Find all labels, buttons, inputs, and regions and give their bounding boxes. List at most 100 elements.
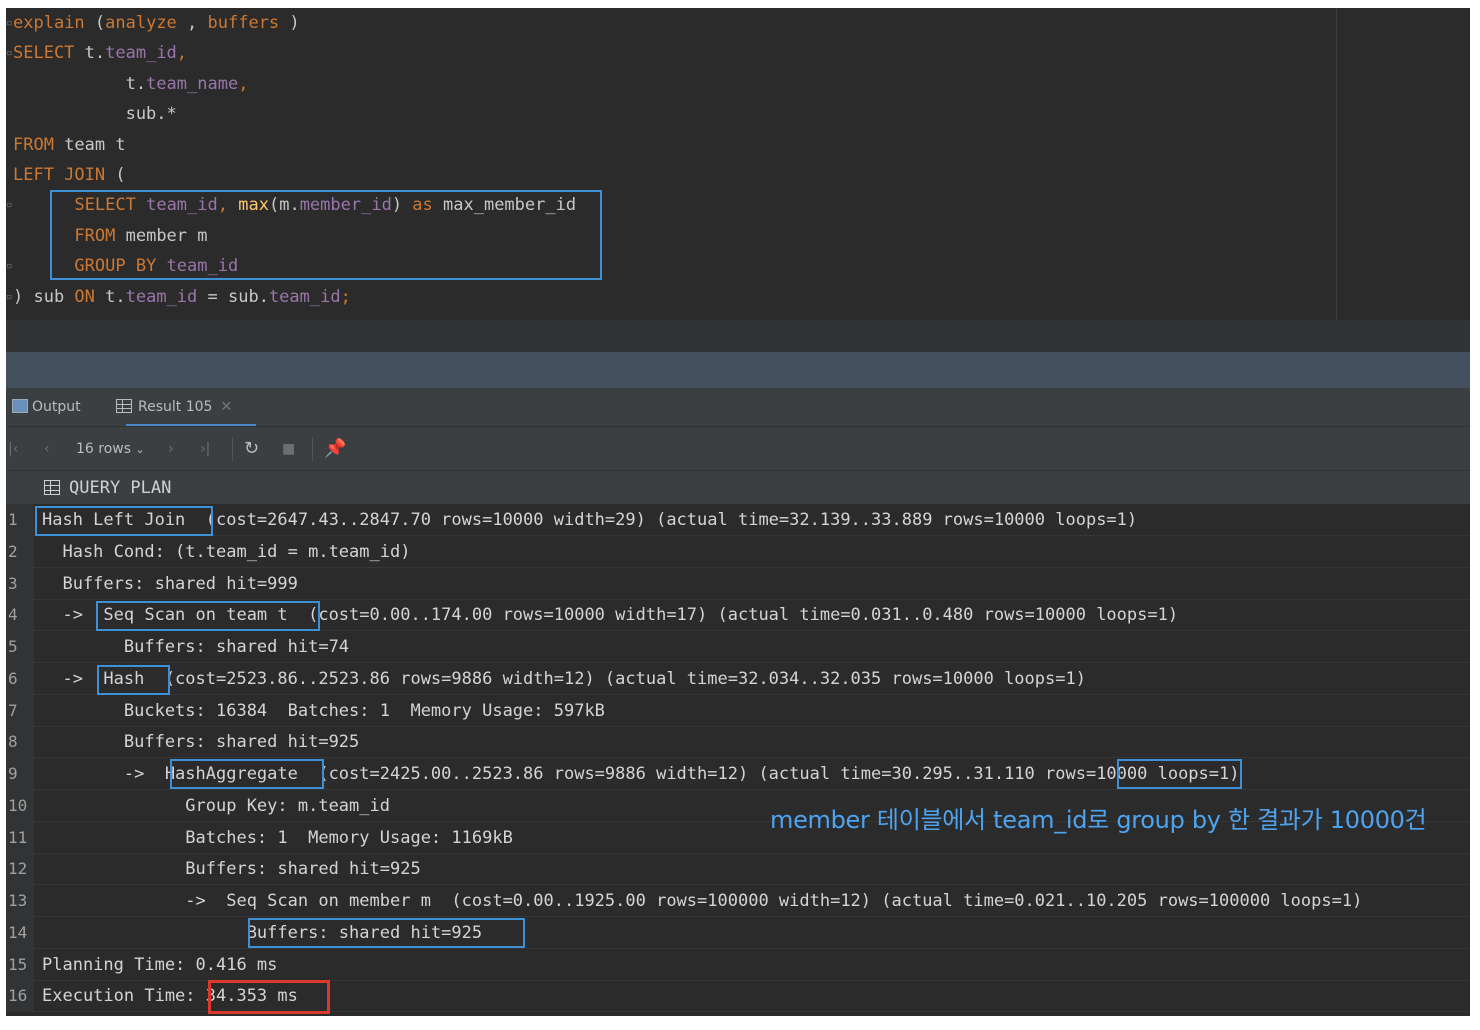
code-token: ) (279, 13, 300, 33)
annotation-text: member 테이블에서 team_id로 group by 한 결과가 100… (770, 806, 1427, 834)
query-plan-cell[interactable]: Hash Cond: (t.team_id = m.team_id) (42, 536, 410, 568)
code-token: team_id (105, 43, 177, 64)
code-token: ( (84, 13, 106, 33)
table-row[interactable]: 8 Buffers: shared hit=925 (6, 726, 1470, 759)
tab-output[interactable]: Output (12, 388, 81, 426)
query-plan-cell[interactable]: Buffers: shared hit=925 (42, 726, 359, 758)
sql-editor[interactable]: explain (analyze , buffers ) ▫ SELECT t.te… (6, 8, 1470, 320)
code-token: team_id (268, 286, 341, 307)
code-line: LEFT JOIN ( (13, 160, 126, 190)
query-plan-cell[interactable]: Batches: 1 Memory Usage: 1169kB (42, 822, 513, 854)
code-token: SELECT (13, 43, 75, 64)
toolbar-separator (312, 437, 313, 461)
prev-page-icon[interactable]: ‹ (44, 427, 50, 471)
code-token: t. (13, 73, 147, 94)
tab-output-label: Output (32, 399, 81, 415)
grid-column-header[interactable]: QUERY PLAN (6, 470, 1470, 504)
table-row[interactable]: 7 Buckets: 16384 Batches: 1 Memory Usage… (6, 694, 1470, 727)
subquery-highlight-box (50, 190, 602, 280)
row-number: 11 (6, 821, 34, 854)
code-token: , (176, 43, 188, 64)
code-token: LEFT JOIN (13, 165, 106, 185)
hash-highlight (97, 665, 170, 695)
code-token: , (176, 13, 208, 33)
table-row[interactable]: 6 -> Hash (cost=2523.86..2523.86 rows=98… (6, 662, 1470, 695)
toolbar-separator (232, 437, 233, 461)
query-plan-cell[interactable]: Group Key: m.team_id (42, 790, 390, 822)
row-number: 8 (6, 726, 34, 759)
query-plan-cell[interactable]: -> Hash (cost=2523.86..2523.86 rows=9886… (42, 663, 1086, 695)
hashaggregate-highlight (170, 759, 324, 789)
code-token: explain (13, 13, 85, 33)
code-token: t. (74, 43, 106, 64)
rows-label: 16 rows (76, 441, 132, 457)
code-token: ON (74, 286, 95, 307)
close-tab-icon[interactable]: ✕ (220, 399, 232, 415)
query-plan-cell[interactable]: Buffers: shared hit=74 (42, 631, 349, 663)
code-token: FROM (13, 134, 54, 155)
buffers-925-highlight (248, 918, 525, 948)
next-page-icon[interactable]: › (168, 427, 174, 471)
fold-marker-icon[interactable]: ▫ (6, 190, 13, 220)
query-plan-cell[interactable]: Buffers: shared hit=925 (42, 853, 420, 885)
code-token: ) sub (13, 286, 75, 307)
seq-scan-team-highlight (96, 601, 320, 631)
row-number: 5 (6, 631, 34, 663)
table-row[interactable]: 12 Buffers: shared hit=925 (6, 853, 1470, 886)
code-token: t. (94, 286, 126, 307)
rows-selector[interactable]: 16 rows ⌄ (76, 427, 145, 471)
row-number: 16 (6, 980, 34, 1013)
query-plan-cell[interactable]: Planning Time: 0.416 ms (42, 949, 277, 981)
query-plan-grid: 1 Hash Left Join (cost=2647.43..2847.70 r… (6, 504, 1470, 1016)
fold-marker-icon[interactable]: ▫ (6, 38, 13, 68)
refresh-icon[interactable]: ↻ (244, 427, 259, 471)
chevron-down-icon: ⌄ (135, 443, 145, 456)
row-number: 13 (6, 885, 34, 917)
fold-marker-icon[interactable]: ▫ (6, 8, 13, 38)
column-table-icon (44, 480, 60, 495)
row-number: 3 (6, 567, 34, 600)
tab-result-105[interactable]: Result 105 ✕ (116, 388, 232, 426)
tab-result-label: Result 105 (138, 399, 213, 415)
rows-10000-highlight (1117, 759, 1242, 789)
query-plan-cell[interactable]: Buckets: 16384 Batches: 1 Memory Usage: … (42, 695, 605, 727)
table-grid-icon (116, 399, 132, 413)
code-token: analyze (105, 13, 177, 33)
fold-marker-icon[interactable]: ▫ (6, 282, 13, 312)
code-line: SELECT t.team_id, (13, 38, 187, 68)
row-number: 12 (6, 853, 34, 886)
table-row[interactable]: 3 Buffers: shared hit=999 (6, 567, 1470, 600)
result-toolbar: |‹ ‹ 16 rows ⌄ › ›| ↻ ■ 📌 (6, 426, 1470, 470)
code-token: sub.* (13, 104, 177, 125)
column-header-label: QUERY PLAN (69, 478, 172, 498)
row-number: 6 (6, 662, 34, 695)
row-number: 7 (6, 694, 34, 727)
panel-splitter[interactable] (6, 352, 1470, 388)
first-page-icon[interactable]: |‹ (8, 427, 18, 471)
stop-icon[interactable]: ■ (282, 427, 295, 471)
row-number: 1 (6, 504, 34, 536)
row-number: 2 (6, 535, 34, 568)
code-token: ( (105, 165, 126, 185)
code-token: , (238, 73, 249, 94)
table-row[interactable]: 13 -> Seq Scan on member m (cost=0.00..1… (6, 885, 1470, 917)
table-row[interactable]: 15 Planning Time: 0.416 ms (6, 948, 1470, 981)
code-line: explain (analyze , buffers ) (13, 8, 300, 38)
table-row[interactable]: 2 Hash Cond: (t.team_id = m.team_id) (6, 535, 1470, 568)
code-token: team_id (125, 286, 198, 307)
code-token: team t (53, 134, 126, 155)
table-row[interactable]: 14 Buffers: shared hit=925 (6, 916, 1470, 949)
query-plan-cell[interactable]: Buffers: shared hit=999 (42, 568, 297, 600)
editor-bottom-area (6, 320, 1470, 352)
code-line: ) sub ON t.team_id = sub.team_id; (13, 282, 351, 312)
row-number: 10 (6, 789, 34, 822)
hash-left-join-highlight (35, 506, 213, 536)
query-plan-cell[interactable]: -> Seq Scan on member m (cost=0.00..1925… (42, 885, 1362, 917)
fold-marker-icon[interactable]: ▫ (6, 251, 13, 281)
last-page-icon[interactable]: ›| (200, 427, 210, 471)
pin-icon[interactable]: 📌 (324, 427, 346, 471)
row-number: 4 (6, 599, 34, 632)
table-row[interactable]: 5 Buffers: shared hit=74 (6, 631, 1470, 663)
table-row[interactable]: 1 Hash Left Join (cost=2647.43..2847.70 r… (6, 504, 1470, 536)
row-number: 14 (6, 916, 34, 949)
